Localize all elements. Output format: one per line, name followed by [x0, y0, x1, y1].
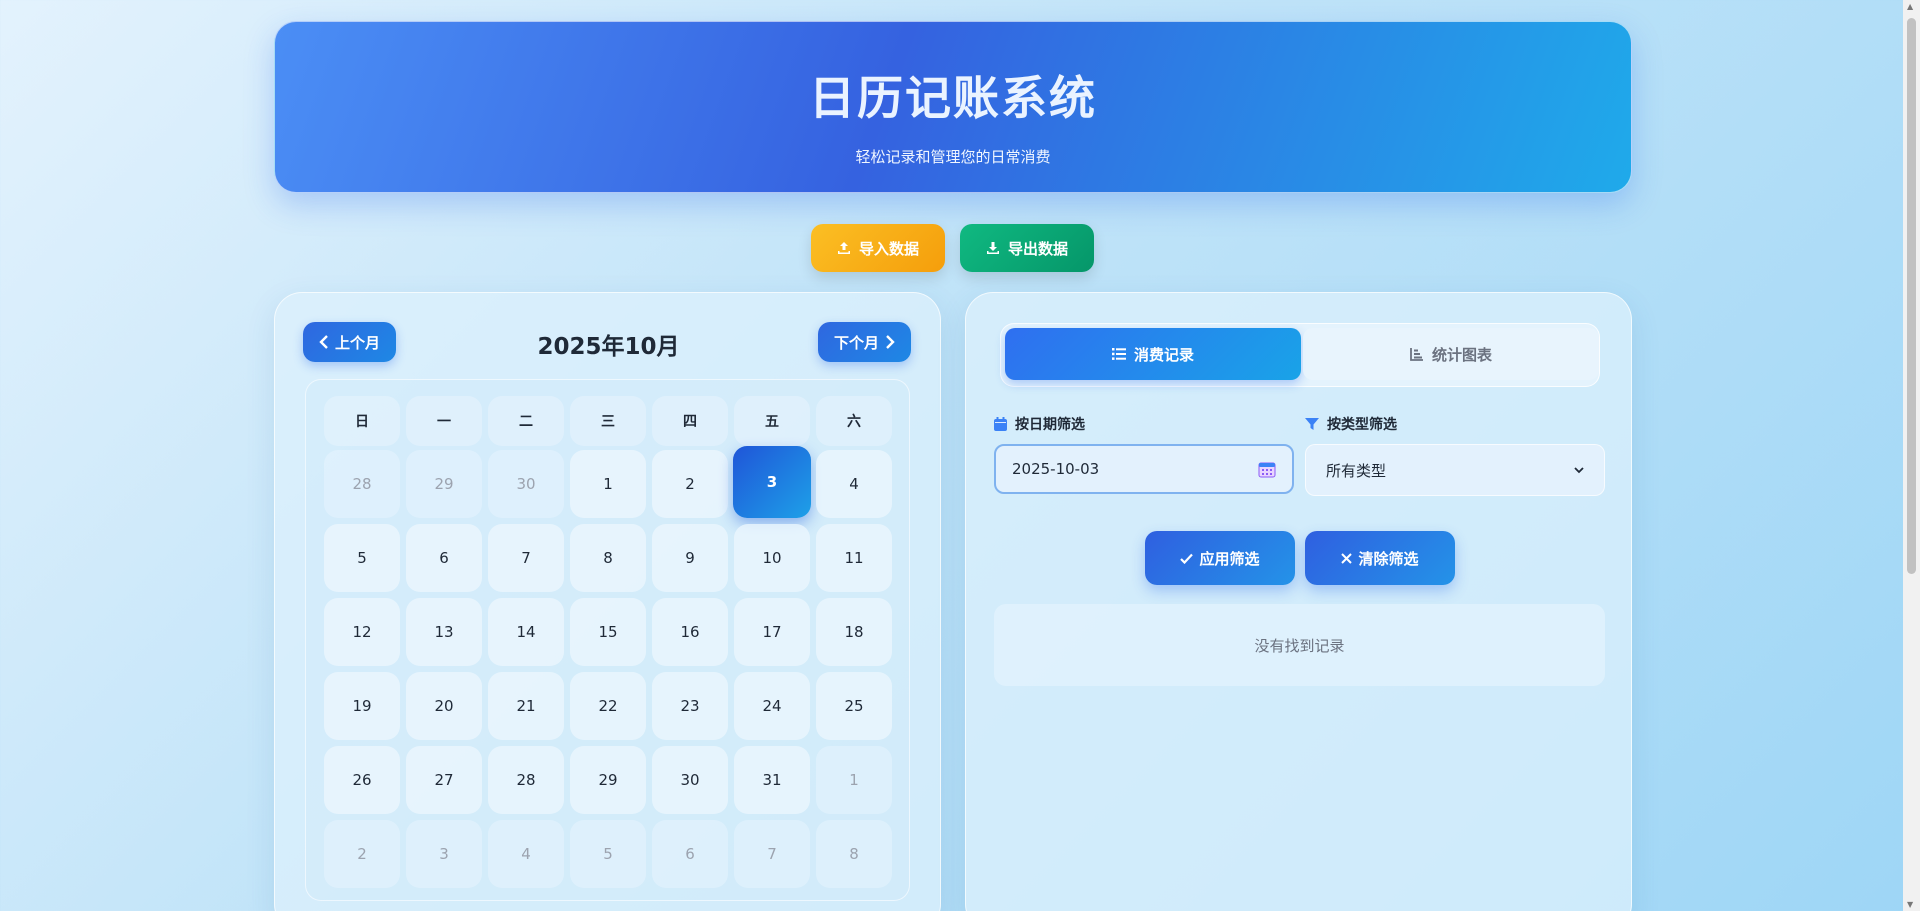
chevron-right-icon	[885, 335, 895, 349]
calendar-day[interactable]: 25	[816, 672, 892, 740]
weekday-header: 二	[488, 396, 564, 446]
date-filter-label: 按日期筛选	[994, 414, 1085, 434]
calendar-day[interactable]: 17	[734, 598, 810, 666]
date-filter-value: 2025-10-03	[1012, 460, 1100, 478]
type-filter-value: 所有类型	[1326, 461, 1387, 480]
calendar-day[interactable]: 30	[652, 746, 728, 814]
calendar-grid: 日一二三四五六 28 29 30 1 2 3 4 5 6 7 8 9 10 11 12 13 14 15 16 17 18…	[305, 379, 910, 901]
tab-charts[interactable]: 统计图表	[1303, 328, 1599, 380]
calendar-day[interactable]: 7	[734, 820, 810, 888]
calendar-day[interactable]: 28	[324, 450, 400, 518]
weekday-header: 三	[570, 396, 646, 446]
chevron-down-icon	[1574, 466, 1584, 474]
type-filter-select[interactable]: 所有类型	[1305, 444, 1605, 496]
check-icon	[1180, 553, 1194, 564]
page-subtitle: 轻松记录和管理您的日常消费	[855, 148, 1051, 166]
date-filter-input[interactable]: 2025-10-03	[994, 444, 1294, 494]
export-data-label: 导出数据	[1007, 239, 1068, 258]
date-picker-icon[interactable]	[1258, 460, 1276, 478]
type-filter-label: 按类型筛选	[1305, 414, 1397, 434]
tab-records-label: 消费记录	[1133, 345, 1194, 364]
calendar-day[interactable]: 30	[488, 450, 564, 518]
close-icon	[1341, 552, 1353, 564]
calendar-day[interactable]: 26	[324, 746, 400, 814]
calendar-day[interactable]: 9	[652, 524, 728, 592]
tab-charts-label: 统计图表	[1431, 345, 1492, 364]
scroll-down-icon[interactable]: ▼	[1907, 900, 1913, 909]
calendar-day[interactable]: 24	[734, 672, 810, 740]
calendar-icon	[994, 417, 1007, 431]
calendar-day[interactable]: 11	[816, 524, 892, 592]
calendar-day[interactable]: 10	[734, 524, 810, 592]
calendar-day[interactable]: 23	[652, 672, 728, 740]
calendar-panel: 上个月 2025年10月 下个月 日一二三四五六 28 29 30 1 2 3 4 5 6 7 8 9 1…	[274, 292, 941, 911]
calendar-day[interactable]: 14	[488, 598, 564, 666]
import-data-button[interactable]: 导入数据	[811, 224, 945, 272]
calendar-day[interactable]: 1	[816, 746, 892, 814]
download-icon	[986, 241, 1000, 255]
weekday-header: 六	[816, 396, 892, 446]
scrollbar-thumb[interactable]	[1907, 18, 1916, 574]
calendar-day[interactable]: 6	[406, 524, 482, 592]
calendar-day[interactable]: 2	[324, 820, 400, 888]
calendar-day[interactable]: 5	[570, 820, 646, 888]
clear-filter-button[interactable]: 清除筛选	[1305, 531, 1455, 585]
calendar-day[interactable]: 3	[406, 820, 482, 888]
calendar-day[interactable]: 1	[570, 450, 646, 518]
empty-state: 没有找到记录	[994, 604, 1605, 686]
filter-icon	[1305, 417, 1319, 431]
calendar-day[interactable]: 12	[324, 598, 400, 666]
calendar-day-selected[interactable]: 3	[733, 446, 811, 518]
chart-icon	[1410, 347, 1424, 361]
list-icon	[1111, 348, 1126, 360]
weekday-header: 一	[406, 396, 482, 446]
page-title: 日历记账系统	[809, 71, 1097, 125]
weekday-header: 五	[734, 396, 810, 446]
weekday-header: 日	[324, 396, 400, 446]
export-data-button[interactable]: 导出数据	[960, 224, 1094, 272]
calendar-day[interactable]: 4	[488, 820, 564, 888]
date-filter-text: 按日期筛选	[1015, 417, 1085, 433]
records-panel: 消费记录 统计图表 按日期筛选 按类型筛选 2025-10-03 所有类型 应用…	[965, 292, 1632, 911]
calendar-day[interactable]: 27	[406, 746, 482, 814]
calendar-day[interactable]: 21	[488, 672, 564, 740]
calendar-day[interactable]: 28	[488, 746, 564, 814]
calendar-day[interactable]: 8	[570, 524, 646, 592]
calendar-day[interactable]: 6	[652, 820, 728, 888]
calendar-day[interactable]: 29	[406, 450, 482, 518]
calendar-day[interactable]: 20	[406, 672, 482, 740]
calendar-day[interactable]: 5	[324, 524, 400, 592]
tab-records[interactable]: 消费记录	[1005, 328, 1301, 380]
calendar-day[interactable]: 19	[324, 672, 400, 740]
calendar-day[interactable]: 18	[816, 598, 892, 666]
scroll-up-icon[interactable]: ▲	[1907, 2, 1913, 11]
calendar-day[interactable]: 13	[406, 598, 482, 666]
calendar-day[interactable]: 22	[570, 672, 646, 740]
calendar-day[interactable]: 15	[570, 598, 646, 666]
tab-bar: 消费记录 统计图表	[1000, 323, 1600, 387]
calendar-day[interactable]: 8	[816, 820, 892, 888]
upload-icon	[837, 241, 851, 255]
page-scrollbar[interactable]: ▲ ▼	[1903, 0, 1920, 911]
next-month-button[interactable]: 下个月	[818, 322, 911, 362]
calendar-day[interactable]: 29	[570, 746, 646, 814]
app-header: 日历记账系统 轻松记录和管理您的日常消费	[274, 21, 1632, 193]
type-filter-text: 按类型筛选	[1327, 417, 1397, 433]
import-data-label: 导入数据	[858, 239, 919, 258]
weekday-header: 四	[652, 396, 728, 446]
calendar-day[interactable]: 31	[734, 746, 810, 814]
clear-filter-label: 清除筛选	[1358, 549, 1419, 568]
calendar-day[interactable]: 16	[652, 598, 728, 666]
next-month-label: 下个月	[833, 333, 879, 352]
calendar-day[interactable]: 7	[488, 524, 564, 592]
apply-filter-button[interactable]: 应用筛选	[1145, 531, 1295, 585]
calendar-day[interactable]: 4	[816, 450, 892, 518]
empty-state-text: 没有找到记录	[1254, 636, 1345, 655]
calendar-day[interactable]: 2	[652, 450, 728, 518]
apply-filter-label: 应用筛选	[1199, 549, 1260, 568]
